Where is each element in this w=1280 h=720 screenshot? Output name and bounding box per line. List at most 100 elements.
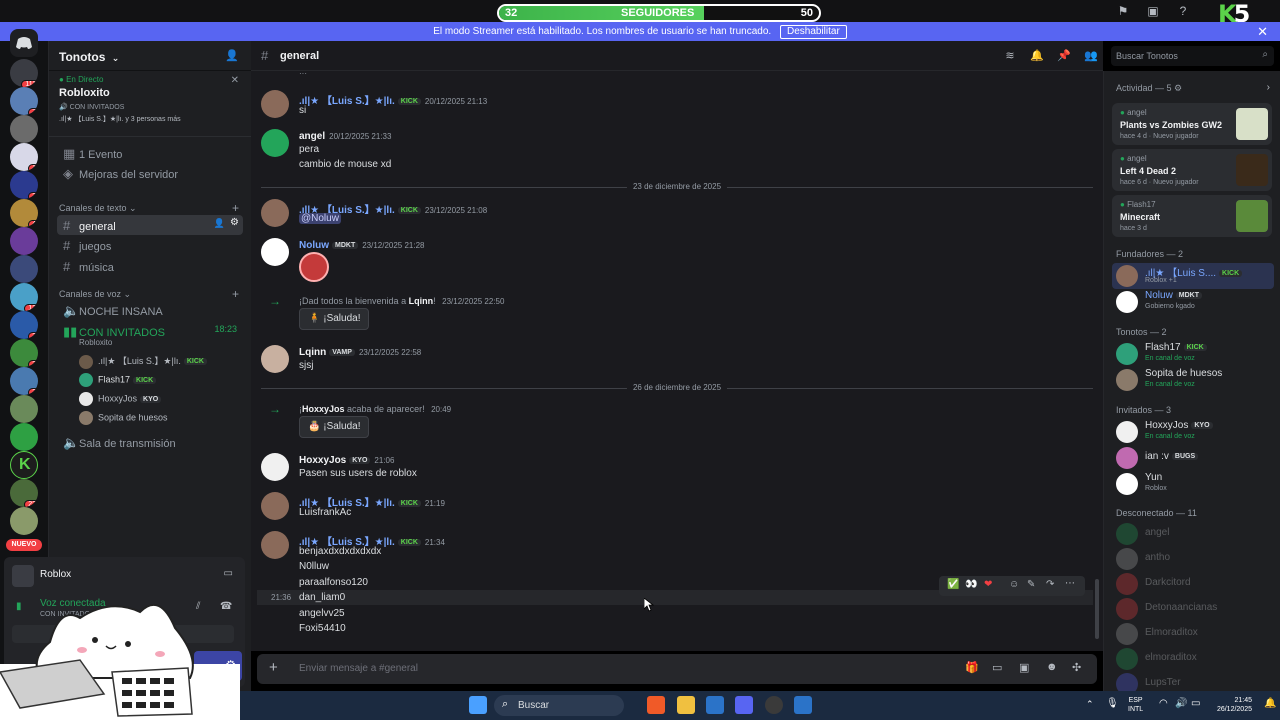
server-icon-9[interactable]: 3 (10, 311, 38, 339)
kick-server-icon[interactable]: K (10, 451, 38, 479)
activity-card[interactable]: ● angel Plants vs Zombies GW2 hace 4 d ·… (1112, 103, 1272, 145)
screen-share-icon[interactable]: ▭ (224, 568, 233, 579)
add-channel-icon[interactable]: + (232, 201, 239, 215)
eyes-reaction-icon[interactable]: 👀 (965, 579, 977, 590)
author-name[interactable]: Noluw (299, 240, 329, 251)
message[interactable]: Lqinn VAMP 23/12/2025 22:58 sjsj (261, 345, 1093, 375)
message[interactable]: angel 20/12/2025 21:33 pera cambio de mou… (261, 129, 1093, 171)
member-sopita[interactable]: Sopita de huesos En canal de voz (1116, 367, 1274, 393)
flag-icon[interactable]: ⚑ (1116, 4, 1130, 18)
member-offline[interactable]: Darkcitord (1116, 571, 1274, 597)
chevron-right-icon[interactable]: › (1267, 82, 1270, 93)
folder-icon[interactable] (677, 696, 695, 714)
gear-icon[interactable]: ⚙ (230, 217, 239, 228)
taskbar-search[interactable]: ⌕ Buscar (494, 695, 624, 716)
server-icon-lc[interactable]: 1 (10, 143, 38, 171)
volume-icon[interactable]: 🔊 (1175, 698, 1187, 709)
disable-streamer-button[interactable]: Deshabilitar (779, 25, 847, 39)
wifi-icon[interactable]: ◠ (1159, 698, 1168, 709)
server-boosts-item[interactable]: ◈ Mejoras del servidor (57, 163, 243, 183)
sticker-icon[interactable]: ▣ (1019, 661, 1029, 674)
message[interactable]: .ıl|★ 【Luis S.】★|lı. KICK 20/12/2025 21:13… (261, 90, 1093, 120)
server-icon-5[interactable]: 4 (10, 199, 38, 227)
notification-icon[interactable]: 🔔 (1264, 698, 1276, 709)
server-icon-16[interactable] (10, 507, 38, 535)
wave-button[interactable]: 🧍 ¡Saluda! (299, 308, 370, 330)
system-user[interactable]: Lqinn (409, 296, 434, 306)
server-icon-10[interactable]: 3 (10, 339, 38, 367)
server-icon-8[interactable]: 12 (10, 283, 38, 311)
message[interactable]: .ıl|★ 【Luis S.】★|lı. KICK 21:19 LuisfrankA… (261, 492, 1093, 522)
invite-icon[interactable]: 👤 (214, 218, 225, 229)
battery-icon[interactable]: ▭ (1191, 698, 1200, 709)
add-member-icon[interactable]: 👤 (225, 49, 239, 62)
member-luis[interactable]: .ıl|★ 【Luis S.... KICK Roblox +1 (1112, 263, 1274, 289)
mention[interactable]: @Noluw (299, 213, 341, 224)
voice-user-sopita[interactable]: Sopita de huesos (79, 411, 168, 425)
scrollbar-thumb[interactable] (1095, 579, 1099, 639)
search-box[interactable]: Buscar Tonotos ⌕ (1111, 46, 1274, 66)
channel-musica[interactable]: # música (57, 256, 243, 276)
voice-channel-noche-insana[interactable]: 🔈NOCHE INSANA (57, 300, 243, 320)
channel-general[interactable]: # general 👤 ⚙ (57, 215, 243, 235)
activity-card[interactable]: ● Flash17 Minecraft hace 3 d (1112, 195, 1272, 237)
app-icon[interactable] (794, 696, 812, 714)
message[interactable]: .ıl|★ 【Luis S.】★|lı. KICK 23/12/2025 21:08… (261, 199, 1093, 229)
member-offline[interactable]: Detonaancianas (1116, 596, 1274, 622)
member-noluw[interactable]: Noluw MDKT Gobierno kgado (1116, 289, 1274, 315)
activity-card[interactable]: ● angel Left 4 Dead 2 hace 6 d · Nuevo j… (1112, 149, 1272, 191)
server-icon-12[interactable] (10, 395, 38, 423)
voice-channel-sala[interactable]: 🔈Sala de transmisión (57, 432, 243, 452)
member-list-icon[interactable]: 👥 (1084, 49, 1098, 63)
pin-icon[interactable]: 📌 (1057, 49, 1071, 63)
server-icon-11[interactable]: 3 (10, 367, 38, 395)
guild-header[interactable]: Tonotos ⌄ 👤 (49, 41, 251, 71)
add-channel-icon[interactable]: + (232, 287, 239, 301)
close-icon[interactable]: ✕ (1257, 22, 1268, 41)
gift-icon[interactable]: 🎁 (965, 661, 979, 674)
voice-user-hoxxyjos[interactable]: HoxxyJos KYO (79, 392, 162, 406)
server-icon-6[interactable] (10, 227, 38, 255)
server-icon-greenfield[interactable] (10, 115, 38, 143)
member-offline[interactable]: elmoraditox (1116, 646, 1274, 672)
author-name[interactable]: HoxxyJos (299, 455, 346, 466)
system-user[interactable]: HoxxyJos (302, 404, 345, 414)
channel-juegos[interactable]: # juegos (57, 235, 243, 255)
attach-plus-icon[interactable]: + (269, 659, 278, 676)
member-offline[interactable]: Elmoraditox (1116, 621, 1274, 647)
message[interactable]: HoxxyJos KYO 21:06 Pasen sus users de robl… (261, 453, 1093, 483)
message-composer[interactable]: + Enviar mensaje a #general 🎁 ▭ ▣ ☻ ✣ (257, 654, 1097, 684)
gear-icon[interactable]: ⚙ (1174, 83, 1182, 93)
forward-icon[interactable]: ↷ (1046, 579, 1054, 590)
emoji-icon[interactable]: ☻ (1046, 661, 1058, 673)
author-name[interactable]: angel (299, 131, 325, 142)
add-reaction-icon[interactable]: ☺ (1009, 579, 1019, 590)
member-ian[interactable]: ian :v BUGS (1116, 445, 1274, 471)
heart-reaction-icon[interactable]: ❤ (984, 579, 992, 590)
discord-icon[interactable] (735, 696, 753, 714)
server-icon-1[interactable]: 111 (10, 59, 38, 87)
apps-icon[interactable]: ✣ (1072, 661, 1081, 674)
server-icon-2[interactable]: 7 (10, 87, 38, 115)
member-yun[interactable]: Yun Roblox (1116, 471, 1274, 497)
bell-icon[interactable]: 🔔 (1030, 49, 1044, 63)
voice-user-flash17[interactable]: Flash17 KICK (79, 373, 157, 387)
member-offline[interactable]: angel (1116, 521, 1274, 547)
chevron-up-icon[interactable]: ⌃ (1086, 699, 1094, 710)
wave-button[interactable]: 🎂 ¡Saluda! (299, 416, 370, 438)
voice-user-luis[interactable]: .ıl|★ 【Luis S.】★|lı. KICK (79, 354, 207, 369)
edit-icon[interactable]: ✎ (1027, 579, 1035, 590)
taskbar-clock[interactable]: 21:45 26/12/2025 (1206, 696, 1252, 714)
threads-icon[interactable]: ≋ (1003, 49, 1017, 63)
server-icon-15[interactable]: 22 (10, 479, 38, 507)
member-offline[interactable]: antho (1116, 546, 1274, 572)
inbox-icon[interactable]: ▣ (1146, 4, 1160, 18)
member-hoxxyjos[interactable]: HoxxyJos KYO En canal de voz (1116, 419, 1274, 445)
message[interactable]: Noluw MDKT 23/12/2025 21:28 (261, 238, 1093, 284)
obs-icon[interactable] (765, 696, 783, 714)
close-icon[interactable]: ✕ (231, 75, 239, 86)
text-category[interactable]: Canales de texto ⌄ (59, 203, 137, 214)
start-icon[interactable] (469, 696, 487, 714)
discord-home-icon[interactable] (10, 29, 38, 57)
store-icon[interactable] (706, 696, 724, 714)
